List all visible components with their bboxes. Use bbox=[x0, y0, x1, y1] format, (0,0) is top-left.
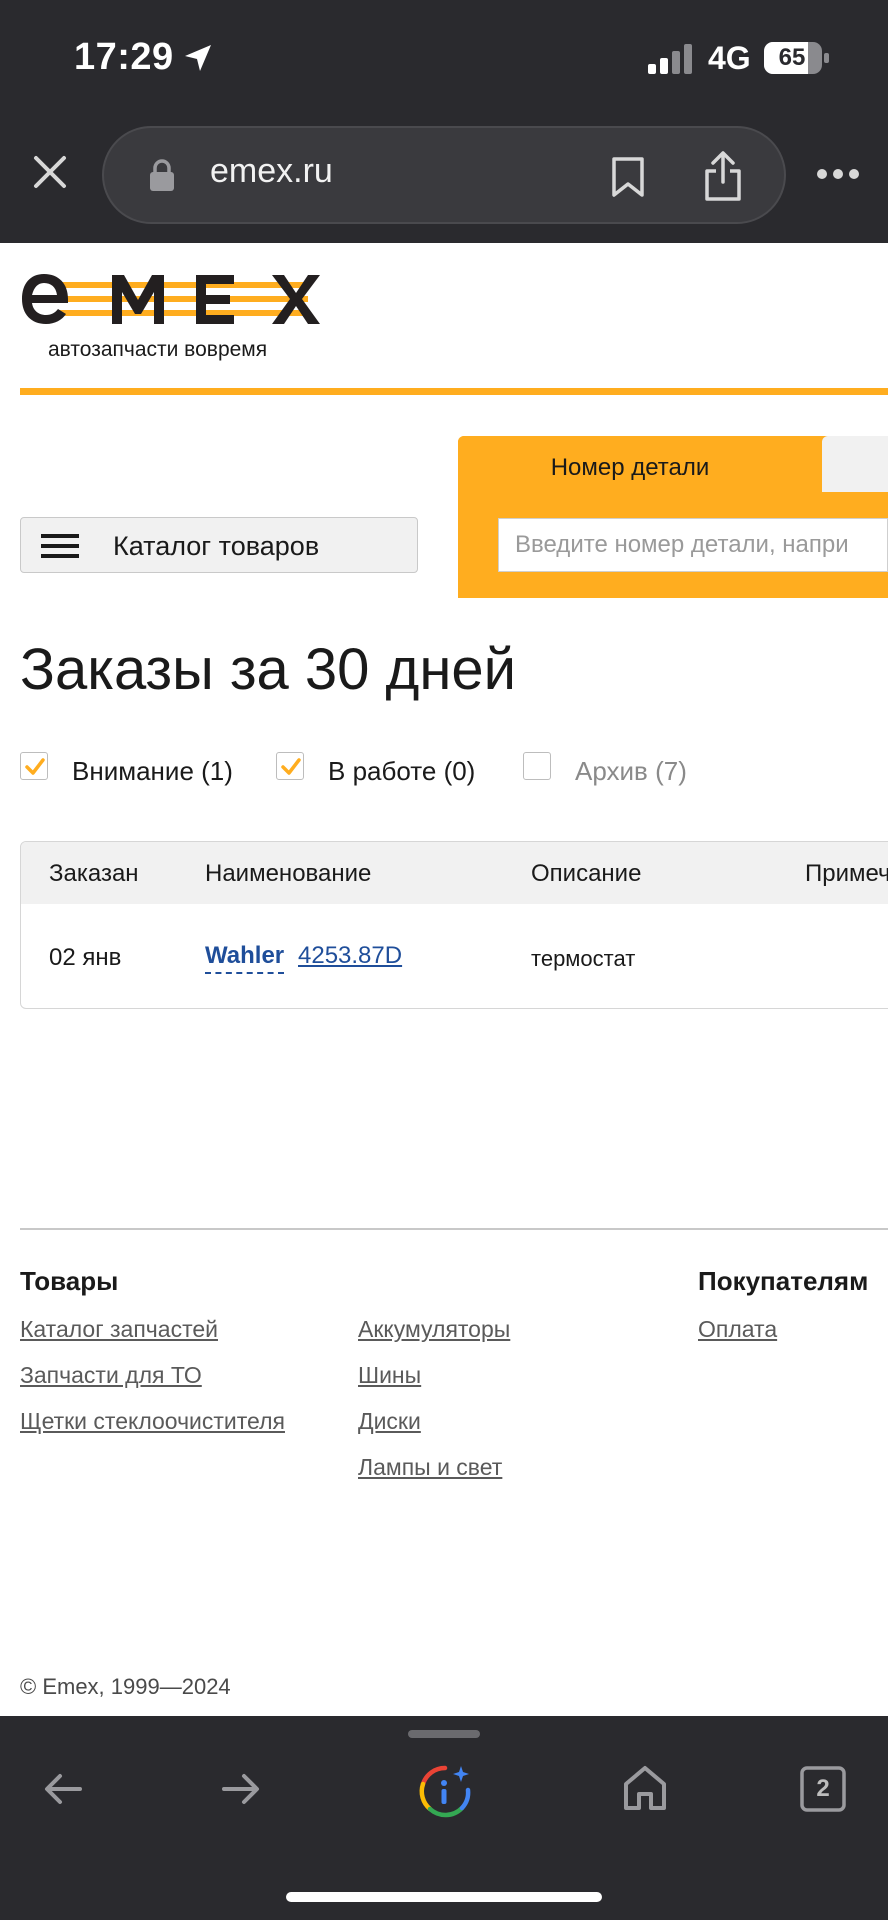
home-icon[interactable] bbox=[622, 1764, 668, 1812]
tagline: автозапчасти вовремя bbox=[48, 338, 268, 361]
header-divider bbox=[20, 388, 888, 395]
browser-top-bar: 17:29 4G 65 emex.ru bbox=[0, 0, 888, 243]
filter-attention-checkbox[interactable] bbox=[20, 752, 48, 780]
copyright: © Emex, 1999—2024 bbox=[20, 1674, 231, 1699]
column-header-note[interactable]: Примеч bbox=[805, 860, 888, 888]
more-icon[interactable] bbox=[816, 168, 860, 180]
column-header-ordered[interactable]: Заказан bbox=[49, 860, 139, 888]
tabs-icon[interactable]: 2 bbox=[800, 1766, 846, 1812]
part-number-search-input[interactable] bbox=[498, 518, 888, 572]
bookmark-icon[interactable] bbox=[610, 156, 646, 198]
footer-link-wheels[interactable]: Диски bbox=[358, 1408, 421, 1435]
brand-link[interactable]: Wahler bbox=[205, 942, 285, 974]
back-icon[interactable] bbox=[42, 1768, 84, 1810]
catalog-button-label: Каталог товаров bbox=[113, 531, 320, 561]
tab-secondary[interactable] bbox=[822, 436, 888, 492]
signal-icon bbox=[648, 44, 692, 74]
assistant-icon[interactable] bbox=[418, 1764, 472, 1818]
cell-ordered-date: 02 янв bbox=[49, 944, 122, 971]
footer-link-tires[interactable]: Шины bbox=[358, 1362, 421, 1389]
battery-level: 65 bbox=[778, 44, 806, 71]
location-arrow-icon bbox=[185, 45, 211, 71]
network-label: 4G bbox=[708, 40, 751, 76]
orders-table: Заказан Наименование Описание Примеч 02 … bbox=[20, 841, 888, 1009]
filter-archive-label: Архив (7) bbox=[575, 756, 687, 786]
checkmark-icon bbox=[25, 758, 45, 775]
page-title: Заказы за 30 дней bbox=[20, 637, 517, 702]
column-header-name[interactable]: Наименование bbox=[205, 860, 371, 888]
checkmark-icon bbox=[281, 758, 301, 775]
drag-handle[interactable] bbox=[408, 1730, 480, 1738]
emex-logo[interactable] bbox=[20, 270, 320, 328]
tab-part-number[interactable]: Номер детали bbox=[458, 436, 802, 498]
footer-link-lamps[interactable]: Лампы и свет bbox=[358, 1454, 502, 1481]
footer-link-batteries[interactable]: Аккумуляторы bbox=[358, 1316, 510, 1343]
close-icon[interactable] bbox=[30, 152, 70, 192]
cell-description: термостат bbox=[531, 946, 636, 971]
column-header-description[interactable]: Описание bbox=[531, 860, 641, 888]
tabs-count: 2 bbox=[816, 1775, 830, 1802]
status-time: 17:29 bbox=[74, 36, 174, 78]
filter-attention-label: Внимание (1) bbox=[72, 756, 233, 786]
catalog-button[interactable]: Каталог товаров bbox=[20, 517, 418, 573]
url-text: emex.ru bbox=[210, 152, 333, 190]
filter-archive-checkbox[interactable] bbox=[523, 752, 551, 780]
lock-icon bbox=[150, 159, 174, 191]
battery-icon: 65 bbox=[764, 42, 830, 74]
share-icon[interactable] bbox=[702, 150, 744, 202]
tab-part-number-label: Номер детали bbox=[550, 454, 710, 481]
filter-in-progress-label: В работе (0) bbox=[328, 756, 476, 786]
footer-link-parts-catalog[interactable]: Каталог запчастей bbox=[20, 1316, 218, 1343]
footer-goods-heading: Товары bbox=[20, 1266, 119, 1296]
footer-buyers-heading: Покупателям bbox=[698, 1266, 869, 1296]
footer-link-payment[interactable]: Оплата bbox=[698, 1316, 777, 1343]
footer-link-wipers[interactable]: Щетки стеклоочистителя bbox=[20, 1408, 285, 1435]
table-header: Заказан Наименование Описание Примеч bbox=[21, 842, 888, 904]
filter-in-progress-checkbox[interactable] bbox=[276, 752, 304, 780]
footer-divider bbox=[20, 1228, 888, 1230]
forward-icon[interactable] bbox=[220, 1768, 262, 1810]
home-indicator[interactable] bbox=[286, 1892, 602, 1902]
footer-link-maintenance-parts[interactable]: Запчасти для ТО bbox=[20, 1362, 202, 1389]
browser-bottom-bar: 2 bbox=[0, 1716, 888, 1920]
address-bar[interactable]: emex.ru bbox=[102, 126, 786, 224]
part-number-link[interactable]: 4253.87D bbox=[298, 942, 402, 970]
menu-icon bbox=[41, 534, 79, 558]
